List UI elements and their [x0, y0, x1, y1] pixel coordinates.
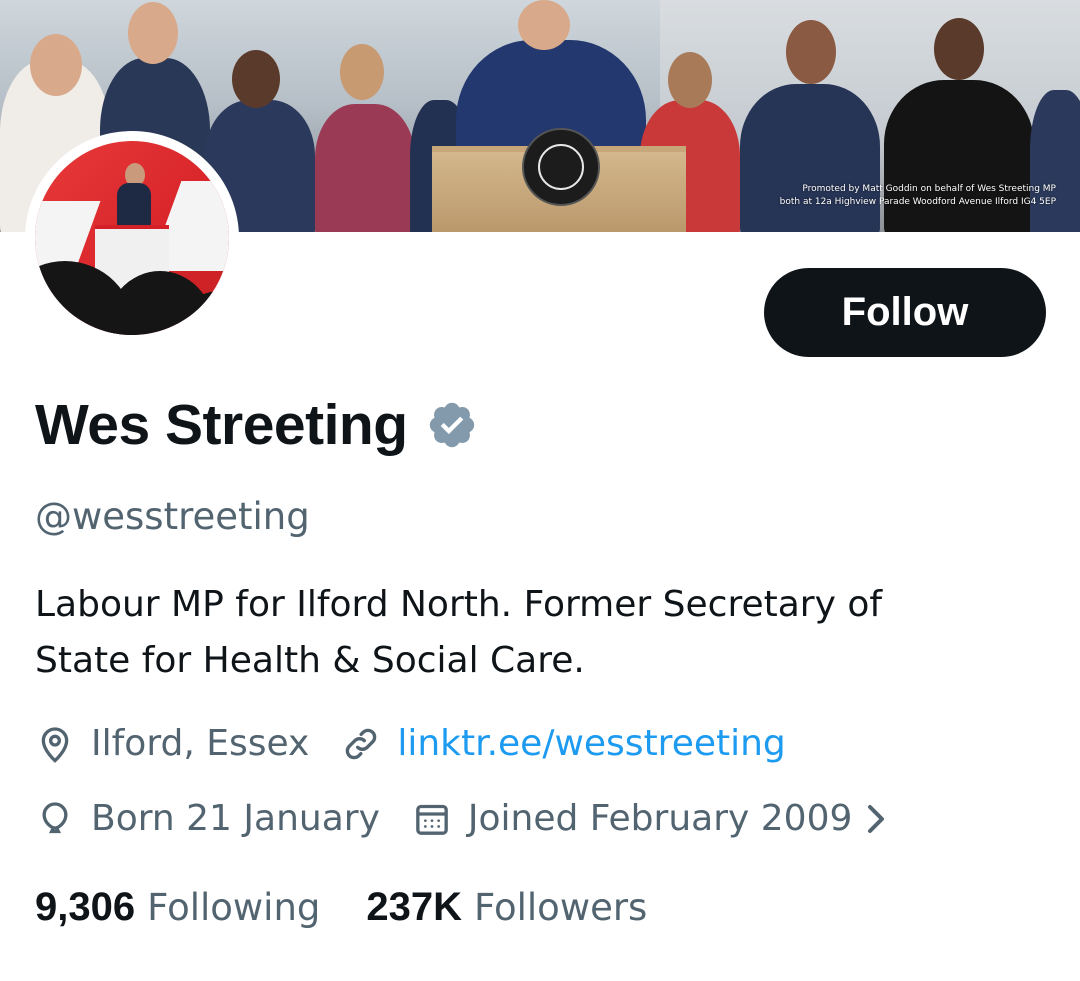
- profile-meta-row: Born 21 January Joined February 2009: [35, 798, 890, 839]
- banner-person-head: [340, 44, 384, 100]
- followers-count: 237K: [366, 885, 463, 929]
- website-item[interactable]: linktr.ee/wesstreeting: [341, 723, 786, 764]
- profile-meta-row: Ilford, Essex linktr.ee/wesstreeting: [35, 723, 818, 764]
- user-handle: @wesstreeting: [35, 495, 310, 538]
- banner-crest: [522, 128, 600, 206]
- avatar[interactable]: [25, 131, 239, 345]
- following-label: Following: [147, 886, 321, 929]
- location-item: Ilford, Essex: [35, 723, 309, 764]
- verified-badge-icon[interactable]: [426, 399, 478, 451]
- birthday-text: Born 21 January: [91, 798, 380, 839]
- follow-button[interactable]: Follow: [764, 268, 1046, 357]
- profile-name-row: Wes Streeting: [35, 392, 478, 458]
- following-count: 9,306: [35, 885, 136, 929]
- followers-stat[interactable]: 237K Followers: [366, 885, 647, 930]
- balloon-icon: [35, 799, 75, 839]
- banner-person: [315, 104, 415, 232]
- joined-text: Joined February 2009: [467, 798, 853, 839]
- banner-person-head: [668, 52, 712, 108]
- profile-bio: Labour MP for Ilford North. Former Secre…: [35, 584, 883, 681]
- followers-label: Followers: [474, 886, 648, 929]
- banner-speaker-head: [518, 0, 570, 50]
- following-stat[interactable]: 9,306 Following: [35, 885, 320, 930]
- banner-person-head: [30, 34, 82, 96]
- banner-person: [740, 84, 880, 232]
- banner-person-head: [934, 18, 984, 80]
- promoted-by-text: Promoted by Matt Goddin on behalf of Wes…: [779, 184, 1056, 207]
- birthday-item: Born 21 January: [35, 798, 380, 839]
- link-icon: [341, 724, 381, 764]
- banner-person-head: [786, 20, 836, 84]
- chevron-right-icon[interactable]: [860, 799, 890, 839]
- location-text: Ilford, Essex: [91, 723, 310, 764]
- banner-person-head: [128, 2, 178, 64]
- profile-stats: 9,306 Following 237K Followers: [35, 885, 693, 930]
- avatar-image: [35, 141, 229, 335]
- display-name: Wes Streeting: [35, 393, 408, 457]
- banner-person: [1030, 90, 1080, 232]
- joined-item[interactable]: Joined February 2009: [412, 798, 891, 839]
- location-pin-icon: [35, 724, 75, 764]
- banner-person-head: [232, 50, 280, 108]
- website-link[interactable]: linktr.ee/wesstreeting: [397, 723, 785, 764]
- banner-person: [884, 80, 1034, 232]
- calendar-icon: [412, 799, 452, 839]
